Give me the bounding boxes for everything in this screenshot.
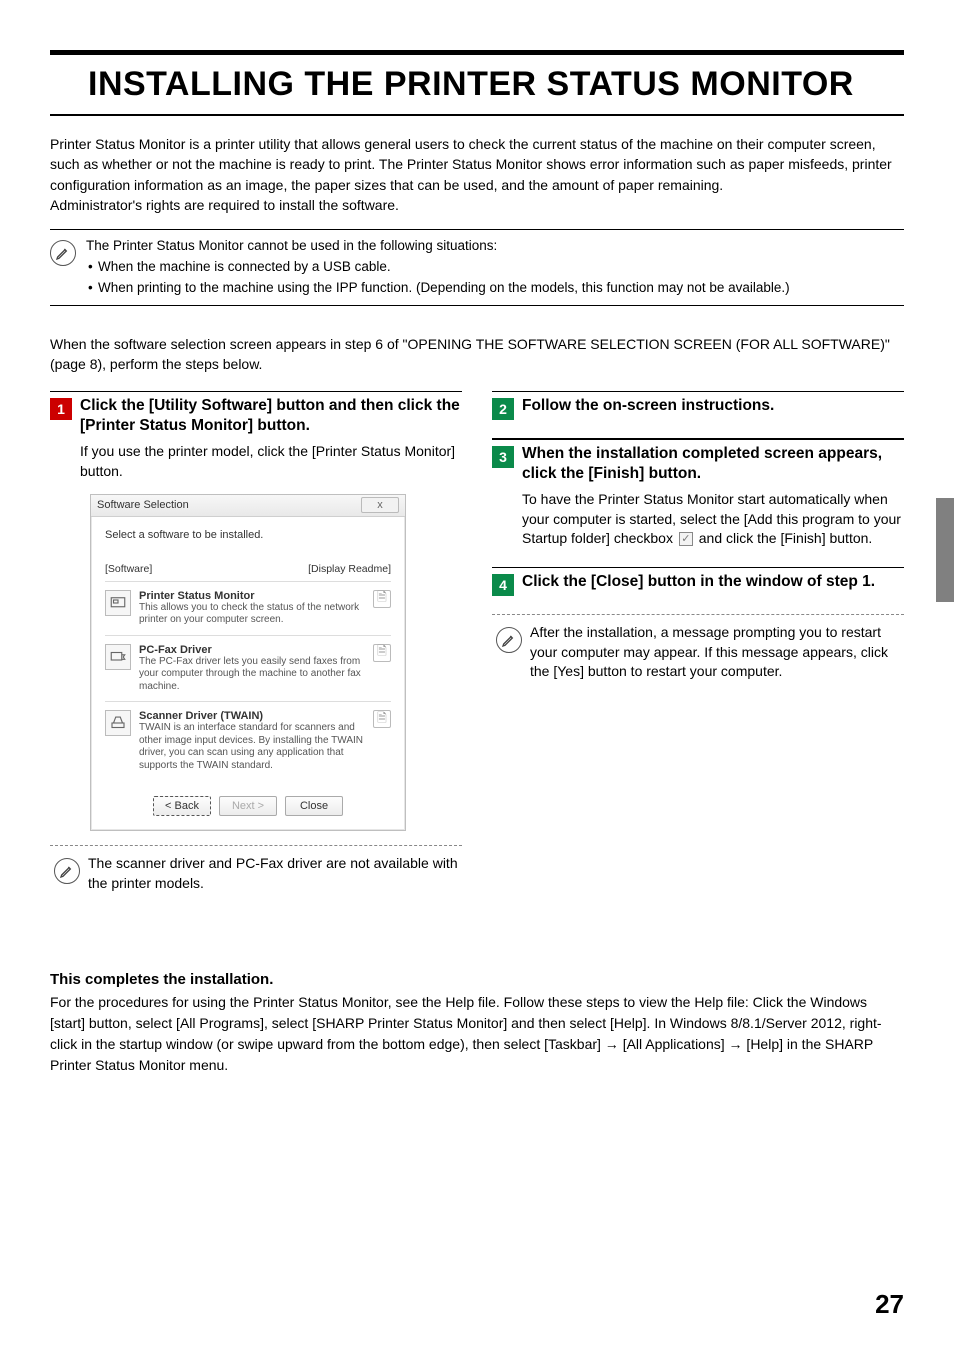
step-3-body: To have the Printer Status Monitor start… (522, 490, 904, 549)
page-number: 27 (875, 1289, 904, 1320)
pcfax-desc: The PC-Fax driver lets you easily send f… (139, 656, 365, 694)
step-2-title: Follow the on-screen instructions. (522, 396, 774, 416)
note-right-text: After the installation, a message prompt… (530, 623, 904, 682)
dialog-title: Software Selection (97, 499, 189, 511)
page-title: INSTALLING THE PRINTER STATUS MONITOR (88, 65, 904, 104)
dashed-separator-left (50, 845, 462, 846)
side-tab (936, 498, 954, 602)
left-column: 1 Click the [Utility Software] button an… (50, 391, 462, 912)
note-top-body: The Printer Status Monitor cannot be use… (86, 236, 790, 299)
dialog-label-software: [Software] (105, 563, 152, 575)
rule-top (50, 50, 904, 55)
readme-button-twain[interactable]: 🗎 (373, 710, 391, 728)
software-selection-dialog: Software Selection x Select a software t… (90, 494, 406, 832)
dialog-close-button[interactable]: x (361, 497, 399, 513)
step-4: 4 Click the [Close] button in the window… (492, 567, 904, 597)
note-top-b1: When the machine is connected by a USB c… (86, 257, 790, 278)
step-3-title: When the installation completed screen a… (522, 444, 904, 484)
step-2: 2 Follow the on-screen instructions. (492, 391, 904, 421)
finish-body: For the procedures for using the Printer… (50, 992, 904, 1076)
step-1: 1 Click the [Utility Software] button an… (50, 391, 462, 894)
note-box-top: The Printer Status Monitor cannot be use… (50, 229, 904, 306)
finish-title: This completes the installation. (50, 971, 904, 988)
twain-desc: TWAIN is an interface standard for scann… (139, 722, 365, 772)
readme-button-psm[interactable]: 🗎 (373, 590, 391, 608)
step-4-bar (492, 567, 904, 569)
right-column: 2 Follow the on-screen instructions. 3 W… (492, 391, 904, 912)
checkbox-icon (679, 532, 693, 546)
step-3-bar (492, 438, 904, 440)
pencil-note-icon (50, 240, 76, 266)
twain-title: Scanner Driver (TWAIN) (139, 710, 365, 722)
step-2-bar (492, 391, 904, 393)
note-left-text: The scanner driver and PC-Fax driver are… (88, 854, 462, 893)
finish-block: This completes the installation. For the… (50, 971, 904, 1076)
back-button[interactable]: < Back (153, 796, 211, 816)
psm-title: Printer Status Monitor (139, 590, 365, 602)
dialog-titlebar: Software Selection x (91, 495, 405, 517)
callout-text: When the software selection screen appea… (50, 334, 904, 375)
next-button[interactable]: Next > (219, 796, 277, 816)
pencil-note-icon (54, 858, 80, 884)
note-left: The scanner driver and PC-Fax driver are… (54, 854, 462, 893)
software-item-psm[interactable]: Printer Status Monitor This allows you t… (105, 581, 391, 635)
step-3: 3 When the installation completed screen… (492, 438, 904, 549)
intro-text: Printer Status Monitor is a printer util… (50, 134, 904, 215)
step-4-badge: 4 (492, 574, 514, 596)
pcfax-icon (105, 644, 131, 670)
note-right: After the installation, a message prompt… (496, 623, 904, 682)
step-1-bar (50, 391, 462, 393)
rule-under-title (50, 114, 904, 116)
dialog-label-readme: [Display Readme] (308, 563, 391, 575)
step-3-body-b: and click the [Finish] button. (699, 530, 873, 546)
close-icon: x (377, 500, 383, 511)
step-1-title: Click the [Utility Software] button and … (80, 396, 462, 436)
step-2-badge: 2 (492, 398, 514, 420)
step-3-badge: 3 (492, 446, 514, 468)
close-button[interactable]: Close (285, 796, 343, 816)
printer-status-icon (105, 590, 131, 616)
step-1-badge: 1 (50, 398, 72, 420)
pcfax-title: PC-Fax Driver (139, 644, 365, 656)
intro-p1: Printer Status Monitor is a printer util… (50, 134, 904, 195)
pencil-note-icon (496, 627, 522, 653)
dialog-column-labels: [Software] [Display Readme] (105, 563, 391, 575)
psm-desc: This allows you to check the status of t… (139, 602, 365, 627)
note-top-b2: When printing to the machine using the I… (86, 278, 790, 299)
intro-p2: Administrator's rights are required to i… (50, 195, 904, 215)
readme-button-pcfax[interactable]: 🗎 (373, 644, 391, 662)
note-top-line1: The Printer Status Monitor cannot be use… (86, 236, 790, 257)
software-item-twain[interactable]: Scanner Driver (TWAIN) TWAIN is an inter… (105, 701, 391, 780)
dashed-separator-right (492, 614, 904, 615)
step-4-title: Click the [Close] button in the window o… (522, 572, 875, 592)
dialog-instruction: Select a software to be installed. (105, 529, 391, 541)
scanner-icon (105, 710, 131, 736)
software-item-pcfax[interactable]: PC-Fax Driver The PC-Fax driver lets you… (105, 635, 391, 702)
step-1-body: If you use the printer model, click the … (80, 442, 462, 481)
